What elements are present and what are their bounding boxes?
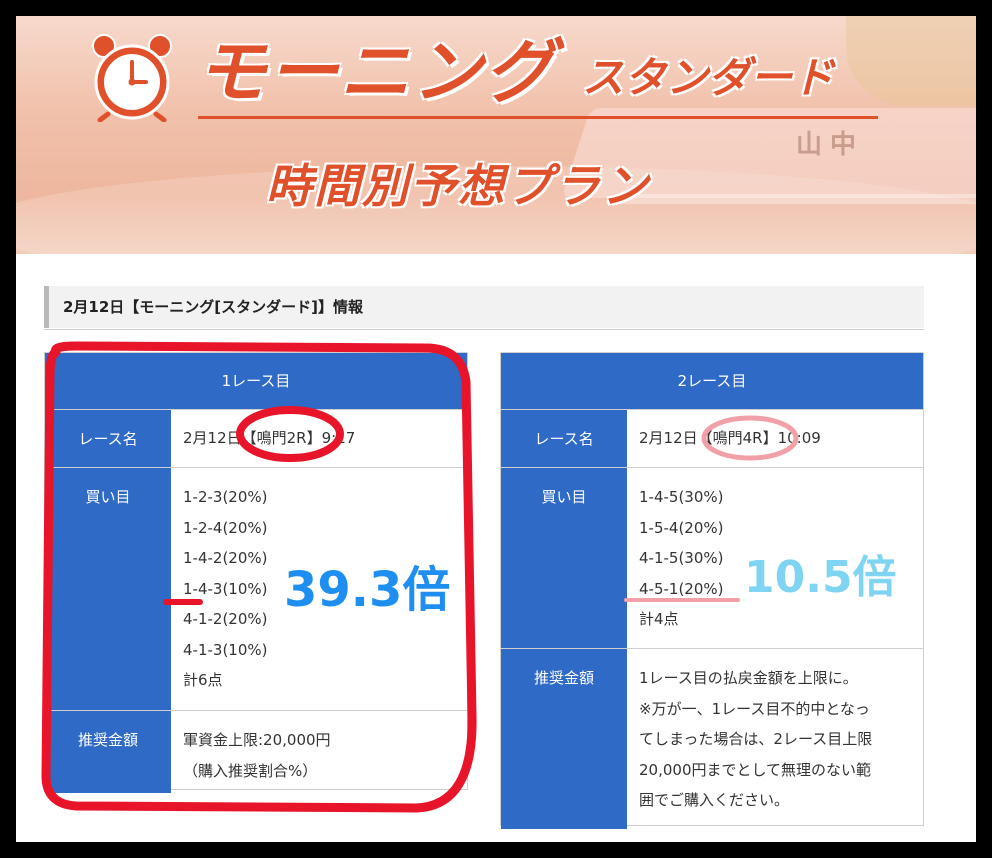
race-2-amount-value: 1レース目の払戻金額を上限に。 ※万が一、1レース目不的中となっ てしまった場合… [627, 649, 923, 829]
race-2-amount-row: 推奨金額 1レース目の払戻金額を上限に。 ※万が一、1レース目不的中となっ てし… [501, 648, 923, 829]
banner-title-main: モーニング [196, 31, 556, 113]
alarm-clock-icon [92, 34, 172, 122]
race-2-name-label: レース名 [501, 410, 627, 467]
bet-item: 1-2-4(20%) [183, 518, 268, 537]
race-1-name-row: レース名 2月12日【鳴門2R】9:17 [45, 409, 467, 467]
race-2-name-row: レース名 2月12日【鳴門4R】10:09 [501, 409, 923, 467]
section-header-rule [44, 329, 924, 330]
section-header-text: 2月12日【モーニング[スタンダード]】情報 [63, 298, 364, 316]
race-1-name-value: 2月12日【鳴門2R】9:17 [183, 429, 356, 448]
race-1-amount-label: 推奨金額 [45, 711, 171, 793]
payout-multiplier-2: 10.5倍 [744, 552, 897, 603]
amount-line: てしまった場合は、2レース目上限 [639, 730, 873, 748]
banner-title-sub: スタンダード [582, 53, 835, 102]
race-2-amount-label: 推奨金額 [501, 649, 627, 829]
banner-underline [198, 116, 878, 119]
banner-boat-rail [616, 194, 976, 204]
bet-item: 1-2-3(20%) [183, 488, 268, 506]
race-1-amount-row: 推奨金額 軍資金上限:20,000円 （購入推奨割合%） [45, 710, 467, 793]
section-header: 2月12日【モーニング[スタンダード]】情報 [44, 286, 924, 330]
amount-line: ※万が一、1レース目不的中となっ [639, 699, 870, 718]
bet-item: 4-1-3(10%) [183, 640, 268, 659]
page-frame: 山中 モーニング スタンダード 時間別予想プラン 2月12日【モーニング[スタン… [16, 16, 976, 842]
plan-banner: 山中 モーニング スタンダード 時間別予想プラン [16, 16, 976, 254]
bet-total: 計4点 [639, 610, 679, 628]
race-1-name-label: レース名 [45, 410, 171, 467]
amount-line: （購入推奨割合%） [183, 761, 318, 780]
banner-decoration [846, 16, 976, 106]
race-2-name-value: 2月12日【鳴門4R】10:09 [639, 429, 821, 448]
bet-item: 1-4-5(30%) [639, 488, 724, 506]
bet-total: 計6点 [183, 671, 223, 689]
banner-sign: 山中 [796, 130, 865, 160]
bet-item: 1-5-4(20%) [639, 518, 724, 537]
race-1-bets-label: 買い目 [45, 468, 171, 710]
payout-multiplier-1: 39.3倍 [284, 562, 451, 618]
race-1-header: 1レース目 [45, 353, 467, 409]
amount-line: 囲でご購入ください。 [639, 791, 790, 809]
banner-title-plan: 時間別予想プラン [266, 159, 650, 213]
race-1-amount-value: 軍資金上限:20,000円 （購入推奨割合%） [171, 711, 467, 793]
amount-line: 20,000円までとして無理のない範 [639, 760, 872, 779]
amount-line: 軍資金上限:20,000円 [183, 731, 331, 749]
race-2-header: 2レース目 [501, 353, 923, 409]
race-2-bets-label: 買い目 [501, 468, 627, 648]
amount-line: 1レース目の払戻金額を上限に。 [639, 669, 858, 687]
